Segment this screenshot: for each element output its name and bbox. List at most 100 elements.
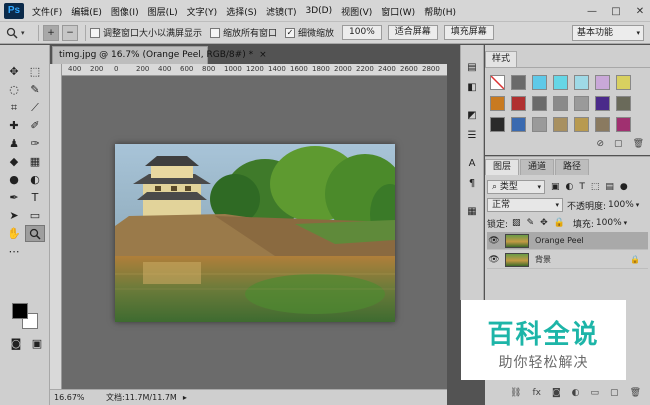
style-swatch[interactable] (490, 117, 505, 132)
lock-all-icon[interactable]: 🔒 (554, 218, 565, 228)
foreground-color-swatch[interactable] (12, 303, 28, 319)
rectangle-tool-icon[interactable]: ▭ (25, 207, 45, 224)
filter-pixel-icon[interactable]: ▣ (551, 182, 560, 192)
screen-mode-icon[interactable]: ▣ (27, 335, 47, 352)
eraser-tool-icon[interactable]: ◆ (4, 153, 24, 170)
style-swatch[interactable] (574, 96, 589, 111)
chevron-down-icon[interactable]: ▾ (636, 201, 640, 209)
menu-filter[interactable]: 滤镜(T) (266, 5, 297, 18)
clone-stamp-tool-icon[interactable]: ♟ (4, 135, 24, 152)
layer-row[interactable]: 👁 Orange Peel (487, 232, 648, 250)
status-menu-icon[interactable]: ▸ (183, 393, 187, 402)
menu-select[interactable]: 选择(S) (226, 5, 257, 18)
style-swatch[interactable] (490, 96, 505, 111)
hand-tool-icon[interactable]: ✋ (4, 225, 24, 242)
resize-windows-checkbox[interactable] (90, 27, 100, 38)
color-panel-icon[interactable]: ◧ (461, 77, 483, 97)
fx-icon[interactable]: fx (532, 388, 541, 398)
style-swatch[interactable] (616, 117, 631, 132)
document-tab[interactable]: timg.jpg @ 16.7% (Orange Peel, RGB/8#) *… (52, 46, 267, 64)
style-swatch[interactable] (532, 96, 547, 111)
menu-help[interactable]: 帮助(H) (424, 5, 456, 18)
layer-row[interactable]: 👁 背景 🔒 (487, 251, 648, 269)
zoom-out-button[interactable]: − (62, 24, 78, 41)
zoom-in-button[interactable]: + (43, 24, 59, 41)
style-swatch[interactable] (574, 75, 589, 90)
mask-icon[interactable]: ◙ (552, 388, 561, 398)
trash-icon[interactable]: 🗑 (633, 139, 644, 149)
style-swatch[interactable] (553, 96, 568, 111)
move-tool-icon[interactable]: ✥ (4, 63, 24, 80)
history-brush-tool-icon[interactable]: ✑ (25, 135, 45, 152)
lasso-tool-icon[interactable]: ◌ (4, 81, 24, 98)
menu-view[interactable]: 视图(V) (341, 5, 372, 18)
group-icon[interactable]: ▭ (591, 388, 600, 398)
blend-mode-select[interactable]: 正常 ▾ (487, 198, 563, 212)
style-swatch[interactable] (511, 96, 526, 111)
zoom-all-option[interactable]: 缩放所有窗口 (210, 26, 277, 39)
style-swatch[interactable] (532, 75, 547, 90)
scrubby-zoom-option[interactable]: ✓ 细微缩放 (285, 26, 334, 39)
dodge-tool-icon[interactable]: ◐ (25, 171, 45, 188)
filter-type-icon[interactable]: T (579, 182, 585, 192)
style-swatch[interactable] (595, 117, 610, 132)
restore-icon[interactable]: □ (610, 6, 622, 17)
style-swatch[interactable] (553, 75, 568, 90)
lock-pixels-icon[interactable]: ▨ (512, 218, 521, 228)
eye-icon[interactable]: 👁 (487, 236, 501, 246)
marquee-tool-icon[interactable]: ⬚ (25, 63, 45, 80)
styles-tab[interactable]: 样式 (485, 51, 518, 67)
paragraph-panel-icon[interactable]: ¶ (461, 173, 483, 193)
actual-pixels-button[interactable]: 100% (342, 25, 382, 40)
path-select-tool-icon[interactable]: ➤ (4, 207, 24, 224)
healing-brush-tool-icon[interactable]: ✚ (4, 117, 24, 134)
style-swatch[interactable] (595, 75, 610, 90)
workspace-select[interactable]: 基本功能 ▾ (572, 25, 644, 41)
fit-screen-button[interactable]: 适合屏幕 (387, 25, 438, 40)
style-swatch[interactable] (616, 96, 631, 111)
trash-icon[interactable]: 🗑 (630, 388, 641, 398)
menu-image[interactable]: 图像(I) (111, 5, 139, 18)
filter-smart-icon[interactable]: ▤ (605, 182, 614, 192)
fill-value[interactable]: 100% (596, 218, 622, 228)
resize-windows-option[interactable]: 调整窗口大小以满屏显示 (90, 26, 202, 39)
style-swatch[interactable] (595, 96, 610, 111)
zoom-tool-icon[interactable] (25, 225, 45, 242)
eyedropper-tool-icon[interactable]: ⟋ (25, 99, 45, 116)
gradient-tool-icon[interactable]: ▦ (25, 153, 45, 170)
crop-tool-icon[interactable]: ⌗ (4, 99, 24, 116)
zoom-level[interactable]: 16.67% (50, 393, 100, 402)
quick-mask-icon[interactable]: ◙ (6, 335, 26, 352)
more-tools-icon[interactable]: ⋯ (4, 243, 24, 260)
menu-edit[interactable]: 编辑(E) (71, 5, 102, 18)
filter-toggle-icon[interactable]: ● (620, 182, 628, 192)
filter-shape-icon[interactable]: ⬚ (591, 182, 600, 192)
new-layer-icon[interactable]: ▢ (610, 388, 619, 398)
style-swatch[interactable] (511, 75, 526, 90)
style-swatch[interactable] (511, 117, 526, 132)
properties-panel-icon[interactable]: ☰ (461, 125, 483, 145)
tab-channels[interactable]: 通道 (520, 159, 555, 175)
opacity-value[interactable]: 100% (608, 200, 634, 210)
fill-screen-button[interactable]: 填充屏幕 (443, 25, 494, 40)
layer-filter-select[interactable]: ⌕ 类型 ▾ (487, 180, 545, 194)
pen-tool-icon[interactable]: ✒ (4, 189, 24, 206)
history-panel-icon[interactable]: ▤ (461, 57, 483, 77)
adjustment-layer-icon[interactable]: ◐ (572, 388, 580, 398)
style-swatch[interactable] (490, 75, 505, 90)
brush-tool-icon[interactable]: ✐ (25, 117, 45, 134)
swatches-panel-icon[interactable]: ▦ (461, 201, 483, 221)
style-swatch[interactable] (553, 117, 568, 132)
minimize-icon[interactable]: — (586, 6, 598, 17)
clear-style-icon[interactable]: ⊘ (597, 139, 605, 149)
zoom-all-checkbox[interactable] (210, 27, 221, 38)
menu-type[interactable]: 文字(Y) (187, 5, 218, 18)
zoom-tool-preset[interactable]: ▾ (6, 25, 34, 41)
scrubby-zoom-checkbox[interactable]: ✓ (285, 27, 296, 38)
style-swatch[interactable] (574, 117, 589, 132)
menu-file[interactable]: 文件(F) (32, 5, 62, 18)
tab-paths[interactable]: 路径 (555, 159, 590, 175)
type-tool-icon[interactable]: T (25, 189, 45, 206)
new-style-icon[interactable]: ▢ (614, 139, 623, 149)
lock-move-icon[interactable]: ✥ (540, 218, 548, 228)
